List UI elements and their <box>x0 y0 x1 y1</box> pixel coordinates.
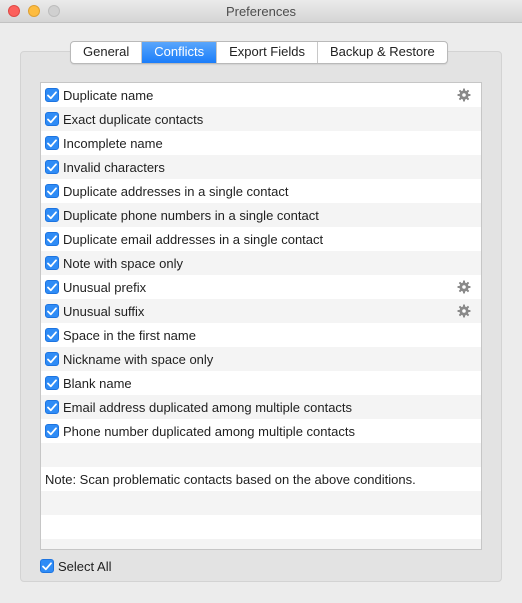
condition-checkbox[interactable] <box>45 328 59 342</box>
condition-row[interactable]: Phone number duplicated among multiple c… <box>41 419 481 443</box>
condition-label: Nickname with space only <box>63 351 214 367</box>
condition-row[interactable]: Duplicate addresses in a single contact <box>41 179 481 203</box>
tab-export-fields[interactable]: Export Fields <box>217 42 318 63</box>
condition-label: Blank name <box>63 375 132 391</box>
select-all-checkbox[interactable]: Select All <box>40 558 111 574</box>
condition-row[interactable]: Unusual suffix <box>41 299 481 323</box>
condition-label: Invalid characters <box>63 159 165 175</box>
condition-checkbox[interactable] <box>45 160 59 174</box>
condition-checkbox[interactable] <box>45 88 59 102</box>
condition-row[interactable]: Invalid characters <box>41 155 481 179</box>
title-bar: Preferences <box>0 0 522 23</box>
condition-label: Note with space only <box>63 255 183 271</box>
condition-label: Duplicate phone numbers in a single cont… <box>63 207 319 223</box>
select-all-label: Select All <box>58 558 112 574</box>
condition-label: Incomplete name <box>63 135 163 151</box>
gear-icon[interactable] <box>457 88 471 102</box>
condition-row[interactable]: Unusual prefix <box>41 275 481 299</box>
checkmark-icon[interactable] <box>40 559 54 573</box>
conditions-list: Duplicate name Exact duplicate contacts In… <box>40 82 482 550</box>
empty-row <box>41 515 481 539</box>
gear-icon[interactable] <box>457 280 471 294</box>
condition-checkbox[interactable] <box>45 136 59 150</box>
condition-checkbox[interactable] <box>45 184 59 198</box>
note-text: Note: Scan problematic contacts based on… <box>41 467 481 491</box>
condition-label: Unusual prefix <box>63 279 147 295</box>
condition-label: Space in the first name <box>63 327 196 343</box>
condition-checkbox[interactable] <box>45 376 59 390</box>
condition-label: Exact duplicate contacts <box>63 111 204 127</box>
condition-row[interactable]: Note with space only <box>41 251 481 275</box>
condition-row[interactable]: Email address duplicated among multiple … <box>41 395 481 419</box>
tab-bar: General Conflicts Export Fields Backup &… <box>70 41 448 64</box>
condition-checkbox[interactable] <box>45 424 59 438</box>
condition-row[interactable]: Space in the first name <box>41 323 481 347</box>
tab-conflicts[interactable]: Conflicts <box>142 42 218 63</box>
tab-general[interactable]: General <box>71 42 143 63</box>
condition-row[interactable]: Blank name <box>41 371 481 395</box>
condition-label: Unusual suffix <box>63 303 145 319</box>
condition-checkbox[interactable] <box>45 232 59 246</box>
gear-icon[interactable] <box>457 304 471 318</box>
condition-row[interactable]: Nickname with space only <box>41 347 481 371</box>
condition-checkbox[interactable] <box>45 304 59 318</box>
empty-row <box>41 491 481 515</box>
condition-label: Email address duplicated among multiple … <box>63 399 353 415</box>
condition-checkbox[interactable] <box>45 280 59 294</box>
condition-row[interactable]: Exact duplicate contacts <box>41 107 481 131</box>
condition-row[interactable]: Incomplete name <box>41 131 481 155</box>
condition-checkbox[interactable] <box>45 208 59 222</box>
window-title: Preferences <box>225 4 297 19</box>
empty-row <box>41 443 481 467</box>
condition-row[interactable]: Duplicate name <box>41 83 481 107</box>
condition-label: Phone number duplicated among multiple c… <box>63 423 355 439</box>
condition-label: Duplicate email addresses in a single co… <box>63 231 324 247</box>
condition-row[interactable]: Duplicate phone numbers in a single cont… <box>41 203 481 227</box>
tab-backup-restore[interactable]: Backup & Restore <box>318 42 447 63</box>
condition-row[interactable]: Duplicate email addresses in a single co… <box>41 227 481 251</box>
condition-checkbox[interactable] <box>45 400 59 414</box>
condition-label: Duplicate addresses in a single contact <box>63 183 289 199</box>
empty-row <box>41 539 481 549</box>
condition-label: Duplicate name <box>63 87 154 103</box>
condition-checkbox[interactable] <box>45 256 59 270</box>
condition-checkbox[interactable] <box>45 112 59 126</box>
condition-checkbox[interactable] <box>45 352 59 366</box>
